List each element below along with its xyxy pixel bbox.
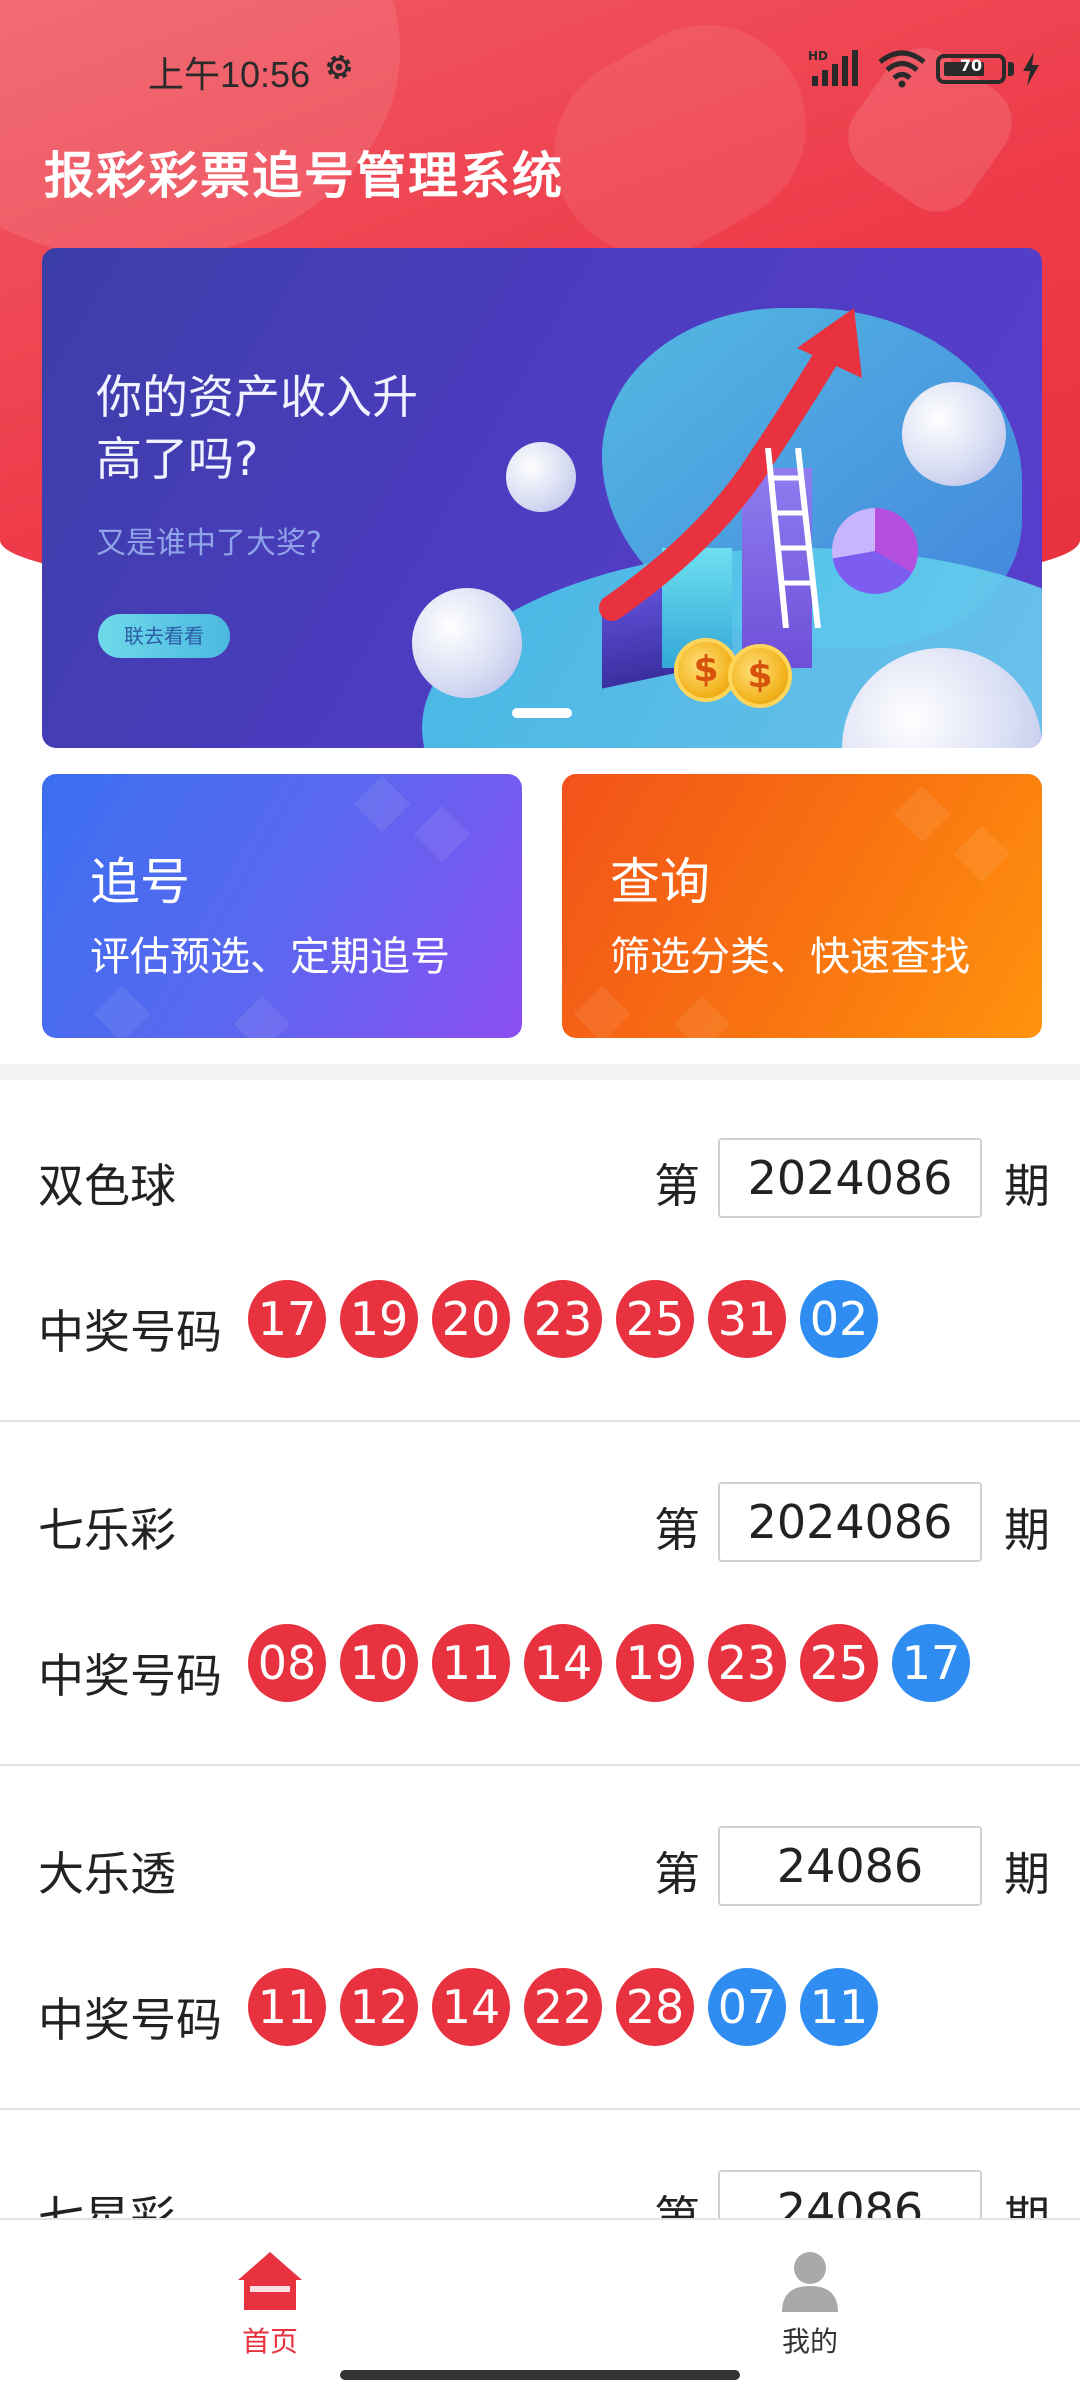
carousel-indicator xyxy=(512,708,572,718)
home-indicator[interactable] xyxy=(340,2370,740,2380)
red-ball: 19 xyxy=(616,1624,694,1702)
lottery-row-dlt[interactable]: 大乐透 第 24086 期 中奖号码 11 12 14 22 28 07 11 xyxy=(0,1768,1080,2110)
winning-numbers-label: 中奖号码 xyxy=(38,1305,222,1359)
status-time: 上午10:56 xyxy=(148,54,311,95)
decorative-sphere xyxy=(506,442,576,512)
network-label: HD xyxy=(808,49,828,63)
signal-icon: HD xyxy=(808,49,858,86)
red-ball: 11 xyxy=(248,1968,326,2046)
red-ball: 23 xyxy=(524,1280,602,1358)
home-icon xyxy=(238,2252,302,2310)
wifi-icon xyxy=(878,50,926,88)
issue-number-field[interactable]: 24086 xyxy=(718,1826,982,1906)
promo-banner[interactable]: $ $ 你的资产收入升高了吗? 又是谁中了大奖? 联去看看 xyxy=(42,248,1042,748)
status-bar: 上午10:56 HD 70 xyxy=(0,0,1080,140)
decorative-sphere xyxy=(902,382,1006,486)
section-divider xyxy=(0,1064,1080,1080)
red-ball: 11 xyxy=(432,1624,510,1702)
red-ball: 17 xyxy=(248,1280,326,1358)
issue-prefix: 第 xyxy=(654,1847,700,1901)
track-number-card[interactable]: 追号 评估预选、定期追号 xyxy=(42,774,522,1038)
lottery-row-ssq[interactable]: 双色球 第 2024086 期 中奖号码 17 19 20 23 25 31 02 xyxy=(0,1080,1080,1422)
charging-icon xyxy=(1023,52,1039,86)
red-ball: 25 xyxy=(616,1280,694,1358)
track-card-desc: 评估预选、定期追号 xyxy=(90,934,450,980)
red-ball: 22 xyxy=(524,1968,602,2046)
lottery-name: 双色球 xyxy=(38,1159,176,1213)
banner-subtitle: 又是谁中了大奖? xyxy=(96,526,322,561)
issue-suffix: 期 xyxy=(1004,1159,1050,1213)
lottery-name: 大乐透 xyxy=(38,1847,176,1901)
red-ball: 08 xyxy=(248,1624,326,1702)
query-card-desc: 筛选分类、快速查找 xyxy=(610,934,970,980)
red-ball: 14 xyxy=(432,1968,510,2046)
issue-number-field[interactable]: 2024086 xyxy=(718,1482,982,1562)
growth-arrow-icon xyxy=(599,308,862,621)
blue-ball: 17 xyxy=(892,1624,970,1702)
page-title: 报彩彩票追号管理系统 xyxy=(44,147,564,205)
coin-icon: $ xyxy=(728,644,792,708)
track-card-title: 追号 xyxy=(90,853,190,911)
gear-icon xyxy=(326,54,352,80)
issue-prefix: 第 xyxy=(654,1503,700,1557)
blue-ball: 07 xyxy=(708,1968,786,2046)
banner-button[interactable]: 联去看看 xyxy=(98,614,230,658)
red-ball: 20 xyxy=(432,1280,510,1358)
issue-number-field[interactable]: 2024086 xyxy=(718,1138,982,1218)
blue-ball: 11 xyxy=(800,1968,878,2046)
lottery-row-qlc[interactable]: 七乐彩 第 2024086 期 中奖号码 08 10 11 14 19 23 25 17 xyxy=(0,1424,1080,1766)
lottery-name: 七乐彩 xyxy=(38,1503,176,1557)
query-card[interactable]: 查询 筛选分类、快速查找 xyxy=(562,774,1042,1038)
winning-numbers-label: 中奖号码 xyxy=(38,1993,222,2047)
red-ball: 28 xyxy=(616,1968,694,2046)
battery-level: 70 xyxy=(959,56,983,75)
red-ball: 23 xyxy=(708,1624,786,1702)
red-ball: 10 xyxy=(340,1624,418,1702)
person-icon xyxy=(782,2252,838,2312)
decorative-sphere xyxy=(412,588,522,698)
battery-icon: 70 xyxy=(936,54,1006,84)
status-icons: HD 70 xyxy=(808,48,1039,88)
issue-suffix: 期 xyxy=(1004,1503,1050,1557)
query-card-title: 查询 xyxy=(610,853,710,911)
red-ball: 14 xyxy=(524,1624,602,1702)
red-ball: 12 xyxy=(340,1968,418,2046)
ladder-icon xyxy=(765,448,821,628)
winning-numbers-label: 中奖号码 xyxy=(38,1649,222,1703)
issue-prefix: 第 xyxy=(654,1159,700,1213)
nav-home-label: 首页 xyxy=(241,2325,298,2358)
banner-headline: 你的资产收入升高了吗? xyxy=(96,370,418,486)
issue-suffix: 期 xyxy=(1004,1847,1050,1901)
nav-mine-label: 我的 xyxy=(781,2325,838,2358)
nav-home[interactable]: 首页 xyxy=(170,2232,370,2358)
blue-ball: 02 xyxy=(800,1280,878,1358)
red-ball: 19 xyxy=(340,1280,418,1358)
red-ball: 31 xyxy=(708,1280,786,1358)
red-ball: 25 xyxy=(800,1624,878,1702)
nav-mine[interactable]: 我的 xyxy=(710,2232,910,2358)
